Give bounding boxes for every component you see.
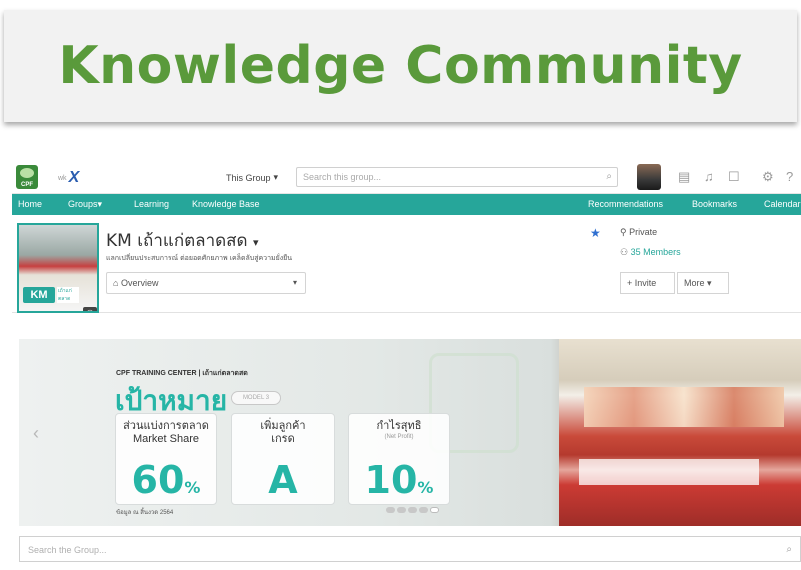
bell-icon[interactable]: ♫ (704, 169, 714, 184)
goal-card-value: 10% (349, 458, 449, 502)
chevron-down-icon: ▾ (273, 172, 279, 182)
search-scope-label: This Group (226, 172, 271, 183)
group-view-select[interactable]: ⌂ Overview ▾ (106, 272, 306, 294)
group-privacy: ⚲ Private (620, 227, 657, 238)
goal-card-unit: % (417, 478, 434, 497)
chevron-down-icon: ▾ (292, 278, 297, 287)
carousel-dot[interactable] (408, 507, 417, 513)
slide-title: Knowledge Community (58, 36, 743, 96)
slide-title-banner: Knowledge Community (4, 10, 797, 122)
goal-card-title: กำไรสุทธิ (376, 420, 422, 432)
goal-pill: MODEL 3 (231, 391, 281, 405)
km-badge: KM (23, 287, 55, 303)
chevron-down-icon: ▾ (252, 236, 259, 249)
home-icon: ⌂ (113, 278, 119, 288)
group-description: แลกเปลี่ยนประสบการณ์ ต่อยอดศักยภาพ เคล็ด… (106, 255, 293, 262)
lock-icon: ⚲ (620, 227, 627, 237)
chevron-down-icon: ▾ (707, 278, 712, 288)
star-icon[interactable]: ★ (590, 226, 601, 240)
group-privacy-label: Private (629, 227, 658, 237)
more-button[interactable]: More ▾ (677, 272, 729, 294)
goal-card-market-share: ส่วนแบ่งการตลาด Market Share 60% (115, 413, 217, 505)
cpf-logo-text: CPF (21, 182, 33, 188)
group-header: KM เถ้าแก่ตลาด ◉ KM เถ้าแก่ตลาดสด ▾ แลกเ… (12, 215, 801, 313)
people-icon: ⚇ (620, 247, 629, 257)
goal-card-number: A (268, 458, 298, 502)
calendar-icon[interactable]: ▤ (678, 169, 690, 185)
group-banner-carousel[interactable]: ‹ CPF TRAINING CENTER | เถ้าแก่ตลาดสด เป… (19, 339, 801, 526)
main-nav: Home Groups▾ Learning Knowledge Base Rec… (12, 194, 801, 215)
goal-card-label: ส่วนแบ่งการตลาด Market Share (116, 420, 216, 446)
store-photo (559, 339, 801, 526)
camera-icon[interactable]: ◉ (83, 307, 97, 311)
nav-bookmarks[interactable]: Bookmarks (692, 199, 737, 209)
search-icon[interactable]: ⌕ (786, 544, 792, 555)
goal-card-number: 60 (131, 458, 185, 502)
group-name[interactable]: KM เถ้าแก่ตลาดสด ▾ (106, 227, 259, 254)
banner-footnote: ข้อมูล ณ สิ้นงวด 2564 (116, 510, 174, 516)
nav-groups[interactable]: Groups▾ (68, 199, 102, 210)
goal-card-label: กำไรสุทธิ (349, 420, 449, 433)
nav-knowledge-base[interactable]: Knowledge Base (192, 199, 260, 209)
group-members-link[interactable]: ⚇ 35 Members (620, 247, 681, 258)
nav-learning[interactable]: Learning (134, 199, 169, 209)
training-center-label: CPF TRAINING CENTER | เถ้าแก่ตลาดสด (116, 370, 248, 377)
help-icon[interactable]: ? (786, 169, 793, 184)
carousel-dot[interactable] (419, 507, 428, 513)
chevron-down-icon: ▾ (97, 199, 103, 209)
group-search-input[interactable]: Search the Group... ⌕ (19, 536, 801, 562)
nav-home[interactable]: Home (18, 199, 42, 209)
search-icon[interactable]: ⌕ (606, 171, 612, 182)
goal-card-number: 10 (364, 458, 418, 502)
goal-card-value: A (232, 458, 334, 502)
group-members-label: 35 Members (630, 247, 681, 257)
plus-icon: + (627, 278, 633, 288)
goal-card-net-profit: กำไรสุทธิ (Net Profit) 10% (348, 413, 450, 505)
more-label: More (684, 278, 705, 288)
carousel-dot[interactable] (386, 507, 395, 513)
carousel-prev-icon[interactable]: ‹ (33, 423, 39, 444)
goal-card-subtitle: Market Share (132, 433, 200, 445)
chat-icon[interactable]: ☐ (728, 169, 740, 185)
invite-button[interactable]: + Invite (620, 272, 675, 294)
top-search-placeholder: Search this group... (303, 172, 382, 182)
top-search-input[interactable]: Search this group... ⌕ (296, 167, 618, 187)
carousel-dots[interactable] (386, 507, 439, 513)
group-name-text: KM เถ้าแก่ตลาดสด (106, 231, 248, 251)
gear-icon[interactable]: ⚙ (762, 169, 774, 185)
goal-card-subtitle: (Net Profit) (384, 434, 414, 440)
nav-recommendations[interactable]: Recommendations (588, 199, 663, 209)
app-logo-mark: X (68, 169, 80, 186)
top-bar: CPF wk X This Group ▾ Search this group..… (12, 160, 801, 194)
km-badge-sub: เถ้าแก่ตลาด (57, 287, 79, 303)
goal-card-value: 60% (116, 458, 216, 502)
nav-groups-label: Groups (68, 199, 98, 209)
goal-card-unit: % (184, 478, 201, 497)
goal-card-title: เพิ่มลูกค้า (260, 420, 306, 432)
app-logo[interactable]: wk X (58, 169, 102, 186)
nav-calendar[interactable]: Calendar (764, 199, 801, 209)
group-search-placeholder: Search the Group... (28, 545, 107, 555)
user-avatar[interactable] (637, 164, 661, 190)
goal-card-label: เพิ่มลูกค้า เกรด (232, 420, 334, 446)
search-scope-select[interactable]: This Group ▾ (226, 169, 292, 186)
cpf-logo[interactable]: CPF (16, 165, 38, 189)
group-view-label: Overview (120, 278, 159, 288)
carousel-dot[interactable] (397, 507, 406, 513)
group-cover-image[interactable]: KM เถ้าแก่ตลาด ◉ (17, 223, 99, 313)
goal-card-title: ส่วนแบ่งการตลาด (123, 420, 209, 432)
goal-card-customers: เพิ่มลูกค้า เกรด A (231, 413, 335, 505)
goal-card-subtitle: เกรด (271, 433, 295, 445)
invite-label: Invite (634, 278, 657, 288)
carousel-dot[interactable] (430, 507, 439, 513)
